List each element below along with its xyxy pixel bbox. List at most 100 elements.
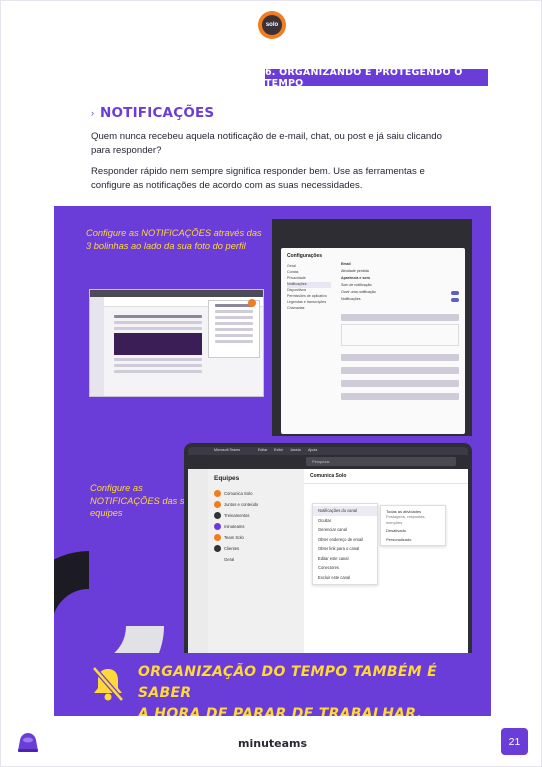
tips-panel: Configure as NOTIFICAÇÕES através das 3 …: [54, 206, 491, 716]
slogan-text: ORGANIZAÇÃO DO TEMPO TAMBÉM É SABER A HO…: [138, 662, 491, 716]
team-name: Juntos e conteúdo: [224, 502, 259, 507]
footer-brand: minuteams: [238, 737, 308, 750]
menu-item: Editar este canal: [318, 555, 349, 561]
profile-menu: [208, 300, 260, 358]
settings-line: [341, 380, 459, 387]
menu-item: Notificações do canal: [313, 506, 377, 516]
settings-sidebar: Geral Contas Privacidade Notificações Di…: [287, 264, 331, 312]
team-item: minuteams: [214, 521, 298, 532]
team-name: minuteams: [224, 524, 245, 529]
bell-off-icon: [92, 666, 124, 702]
screenshot-profile-menu: [89, 289, 264, 397]
menu-line: [215, 334, 253, 337]
menu-window: Janela: [290, 448, 301, 452]
menu-help: Ajuda: [308, 448, 318, 452]
post-line: [114, 358, 202, 361]
team-item: Team Solo: [214, 532, 298, 543]
teams-titlebar: Microsoft Teams Editar Exibir Janela Aju…: [188, 447, 468, 455]
menu-item: Ocultar: [318, 517, 332, 523]
menu-line: [215, 328, 253, 331]
slogan-line: A HORA DE PARAR DE TRABALHAR.: [138, 706, 423, 716]
team-name: Treinamentos: [224, 513, 250, 518]
app-rail: [188, 469, 208, 657]
menu-line: [215, 340, 253, 343]
slogan-banner: ORGANIZAÇÃO DO TEMPO TAMBÉM É SABER A HO…: [54, 653, 491, 716]
settings-line: [341, 393, 459, 400]
menu-item: Gerenciar canal: [318, 527, 347, 533]
settings-card: [341, 324, 459, 346]
screenshot-settings: Configurações Geral Contas Privacidade N…: [272, 219, 472, 436]
settings-item: Chamadas: [287, 306, 305, 310]
app-name: Microsoft Teams: [214, 448, 241, 452]
channel-context-menu: Notificações do canal Ocultar Gerenciar …: [312, 503, 378, 585]
settings-title: Configurações: [287, 253, 323, 259]
page-number: 21: [501, 728, 528, 755]
notification-submenu: Todas as atividades Postagens, respostas…: [380, 505, 446, 547]
team-name: Team Solo: [224, 535, 244, 540]
post-line: [114, 370, 202, 373]
avatar: [248, 299, 256, 307]
settings-row-label: Ouvir uma notificação: [341, 290, 376, 294]
slogan-line: ORGANIZAÇÃO DO TEMPO TAMBÉM É SABER: [138, 664, 437, 701]
paragraph-intro: Quem nunca recebeu aquela notificação de…: [91, 131, 442, 156]
team-item: Juntos e conteúdo: [214, 499, 298, 510]
team-item: Geral: [214, 554, 298, 565]
menu-item: Obter endereço de email: [318, 536, 364, 542]
team-avatar: [214, 512, 221, 519]
toggle-switch: [451, 298, 459, 302]
settings-row: Aparência e som: [341, 276, 370, 280]
team-avatar: [214, 490, 221, 497]
settings-line: [341, 314, 459, 321]
menu-item: Conectores: [318, 565, 339, 571]
caption-profile-notifications: Configure as NOTIFICAÇÕES através das 3 …: [86, 228, 262, 251]
settings-row: Ouvir uma notificação: [341, 290, 459, 297]
settings-line: [341, 367, 459, 374]
menu-edit: Editar: [258, 448, 268, 452]
team-item: Comunica Solo: [214, 488, 298, 499]
team-item: Clientes: [214, 543, 298, 554]
team-avatar: [214, 545, 221, 552]
menu-view: Exibir: [274, 448, 283, 452]
team-name: Clientes: [224, 546, 240, 551]
settings-row: Email: [341, 262, 351, 266]
team-item: Treinamentos: [214, 510, 298, 521]
solo-logo: solo: [258, 11, 286, 39]
menu-item: Obter link para o canal: [318, 546, 360, 552]
channel-title: Comunica Solo: [304, 469, 468, 484]
team-name: Comunica Solo: [224, 491, 253, 496]
teams-list: Equipes Comunica Solo Juntos e conteúdo …: [208, 469, 304, 657]
teams-list-title: Equipes: [214, 475, 240, 482]
settings-window: Configurações Geral Contas Privacidade N…: [281, 248, 465, 434]
post-line: [114, 315, 202, 318]
post-line: [114, 327, 202, 330]
settings-row: Atividade perdida: [341, 269, 369, 273]
solo-logo-text: solo: [262, 15, 282, 35]
toggle-switch: [451, 291, 459, 295]
section-banner: 6. ORGANIZANDO E PROTEGENDO O TEMPO: [265, 67, 488, 89]
minuteams-logo-icon: [18, 733, 38, 752]
paragraph-advice: Responder rápido nem sempre significa re…: [91, 166, 425, 191]
submenu-item: Desativado: [386, 528, 407, 534]
submenu-item: Personalizado: [386, 536, 412, 542]
app-rail: [90, 297, 104, 396]
team-name: Geral: [224, 557, 235, 562]
team-avatar: [214, 501, 221, 508]
settings-main: Email Atividade perdida Aparência e som …: [341, 262, 459, 403]
settings-row: Notificações: [341, 297, 459, 304]
settings-line: [341, 354, 459, 361]
post-image: [114, 333, 202, 355]
team-avatar: [214, 534, 221, 541]
menu-line: [215, 316, 253, 319]
section-heading: › NOTIFICAÇÕES: [91, 105, 214, 121]
window-titlebar: [90, 290, 263, 297]
menu-item: Excluir este canal: [318, 574, 351, 580]
screenshot-teams-channel-menu: Microsoft Teams Editar Exibir Janela Aju…: [184, 443, 472, 661]
post-line: [114, 364, 202, 367]
search-input: Pesquisar: [306, 457, 456, 466]
settings-row: Som de notificação: [341, 283, 372, 287]
settings-row-label: Notificações: [341, 297, 361, 301]
menu-line: [215, 322, 253, 325]
team-avatar: [214, 523, 221, 530]
post-line: [114, 321, 202, 324]
post-content: [108, 312, 208, 376]
